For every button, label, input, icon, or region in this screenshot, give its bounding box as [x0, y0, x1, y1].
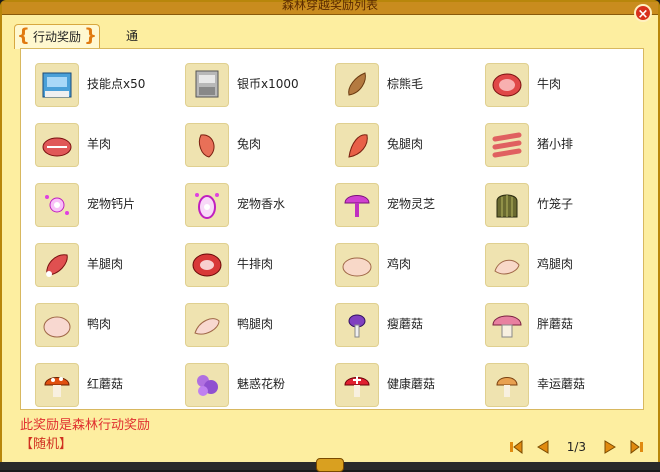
first-page-icon	[509, 440, 523, 454]
chicken-leg-icon	[485, 243, 529, 287]
reward-item[interactable]: 宠物灵芝	[335, 183, 485, 231]
duck-leg-icon	[185, 303, 229, 347]
chicken-icon	[335, 243, 379, 287]
window-title: 森林穿越奖励列表	[281, 0, 378, 12]
next-page-icon	[604, 440, 616, 454]
rabbit-meat-icon	[185, 123, 229, 167]
tab-action-rewards[interactable]: { 行动奖励 }	[14, 24, 100, 49]
reward-item-label: 瘦蘑菇	[387, 317, 424, 331]
reward-item-label: 兔腿肉	[387, 137, 424, 151]
prev-page-button[interactable]	[535, 439, 555, 455]
mutton-icon	[35, 123, 79, 167]
reward-item[interactable]: 宠物钙片	[35, 183, 185, 231]
reward-item-label: 宠物灵芝	[387, 197, 436, 211]
pet-calcium-icon	[35, 183, 79, 227]
title-bar: 森林穿越奖励列表	[2, 0, 658, 15]
reward-item[interactable]: 鸡腿肉	[485, 243, 635, 291]
reward-item-label: 羊腿肉	[87, 257, 124, 271]
reward-item[interactable]: 健康蘑菇	[335, 363, 485, 411]
reward-item-label: 幸运蘑菇	[537, 377, 586, 391]
pet-lingzhi-icon	[335, 183, 379, 227]
thin-mushroom-icon	[335, 303, 379, 347]
bear-fur-icon	[335, 63, 379, 107]
reward-item[interactable]: 宠物香水	[185, 183, 335, 231]
reward-item-label: 魅惑花粉	[237, 377, 286, 391]
reward-item-label: 鸡腿肉	[537, 257, 574, 271]
reward-item[interactable]: 棕熊毛	[335, 63, 485, 111]
reward-item[interactable]: 瘦蘑菇	[335, 303, 485, 351]
reward-item[interactable]: 胖蘑菇	[485, 303, 635, 351]
fat-mushroom-icon	[485, 303, 529, 347]
skill-book-icon	[35, 63, 79, 107]
reward-item-label: 宠物香水	[237, 197, 286, 211]
reward-item-label: 竹笼子	[537, 197, 574, 211]
reward-item[interactable]: 鸭肉	[35, 303, 185, 351]
reward-item[interactable]: 银币x1000	[185, 63, 335, 111]
bracket-left-icon: {	[17, 25, 30, 46]
reward-item-label: 技能点x50	[87, 77, 146, 91]
charm-pollen-icon	[185, 363, 229, 407]
reward-note: 此奖励是森林行动奖励	[20, 418, 151, 433]
reward-item[interactable]: 猪小排	[485, 123, 635, 171]
close-button[interactable]: ×	[634, 4, 652, 22]
reward-item-label: 牛排肉	[237, 257, 274, 271]
reward-item-label: 鸭腿肉	[237, 317, 274, 331]
duck-icon	[35, 303, 79, 347]
reward-item[interactable]: 兔腿肉	[335, 123, 485, 171]
next-page-button[interactable]	[598, 439, 618, 455]
first-page-button[interactable]	[509, 439, 529, 455]
red-mushroom-icon	[35, 363, 79, 407]
reward-item[interactable]: 红蘑菇	[35, 363, 185, 411]
reward-item[interactable]: 鸡肉	[335, 243, 485, 291]
lamb-leg-icon	[35, 243, 79, 287]
silver-coin-icon	[185, 63, 229, 107]
reward-item[interactable]: 牛排肉	[185, 243, 335, 291]
bracket-right-icon: }	[84, 25, 97, 46]
pork-ribs-icon	[485, 123, 529, 167]
reward-item-label: 棕熊毛	[387, 77, 424, 91]
reward-item[interactable]: 鸭腿肉	[185, 303, 335, 351]
reward-item[interactable]: 幸运蘑菇	[485, 363, 635, 411]
rabbit-leg-icon	[335, 123, 379, 167]
pet-perfume-icon	[185, 183, 229, 227]
reward-item-label: 羊肉	[87, 137, 112, 151]
reward-grid: 技能点x50 银币x1000 棕熊毛 牛肉羊肉 兔肉 兔腿肉 猪小排宠物钙片 宠物香水 宠物灵芝…	[20, 48, 644, 410]
pager: 1/3	[509, 438, 644, 456]
reward-item-label: 胖蘑菇	[537, 317, 574, 331]
steak-icon	[185, 243, 229, 287]
reward-item[interactable]: 技能点x50	[35, 63, 185, 111]
page-indicator: 1/3	[566, 440, 586, 454]
tab-clear-rewards[interactable]: 通关奖励	[116, 24, 148, 115]
prev-page-icon	[536, 440, 549, 454]
reward-item-label: 鸭肉	[87, 317, 112, 331]
last-page-button[interactable]	[624, 439, 644, 455]
reward-item-label: 猪小排	[537, 137, 574, 151]
reward-item[interactable]: 羊肉	[35, 123, 185, 171]
bamboo-cage-icon	[485, 183, 529, 227]
reward-item-label: 鸡肉	[387, 257, 412, 271]
reward-item-label: 银币x1000	[237, 77, 299, 91]
reward-item[interactable]: 魅惑花粉	[185, 363, 335, 411]
lucky-mushroom-icon	[485, 363, 529, 407]
reward-item-label: 宠物钙片	[87, 197, 136, 211]
last-page-icon	[630, 440, 643, 454]
random-tag: 【随机】	[20, 437, 73, 452]
reward-item-label: 兔肉	[237, 137, 262, 151]
health-mushroom-icon	[335, 363, 379, 407]
beef-icon	[485, 63, 529, 107]
reward-item[interactable]: 兔肉	[185, 123, 335, 171]
tab-label: 行动奖励	[32, 30, 81, 44]
reward-item[interactable]: 竹笼子	[485, 183, 635, 231]
reward-item-label: 健康蘑菇	[387, 377, 436, 391]
reward-item[interactable]: 羊腿肉	[35, 243, 185, 291]
reward-item-label: 红蘑菇	[87, 377, 124, 391]
reward-item-label: 牛肉	[537, 77, 562, 91]
reward-window: 森林穿越奖励列表 × { 行动奖励 } 通关奖励 技能点x50 银币x1000 棕熊…	[0, 0, 660, 470]
reward-item[interactable]: 牛肉	[485, 63, 635, 111]
